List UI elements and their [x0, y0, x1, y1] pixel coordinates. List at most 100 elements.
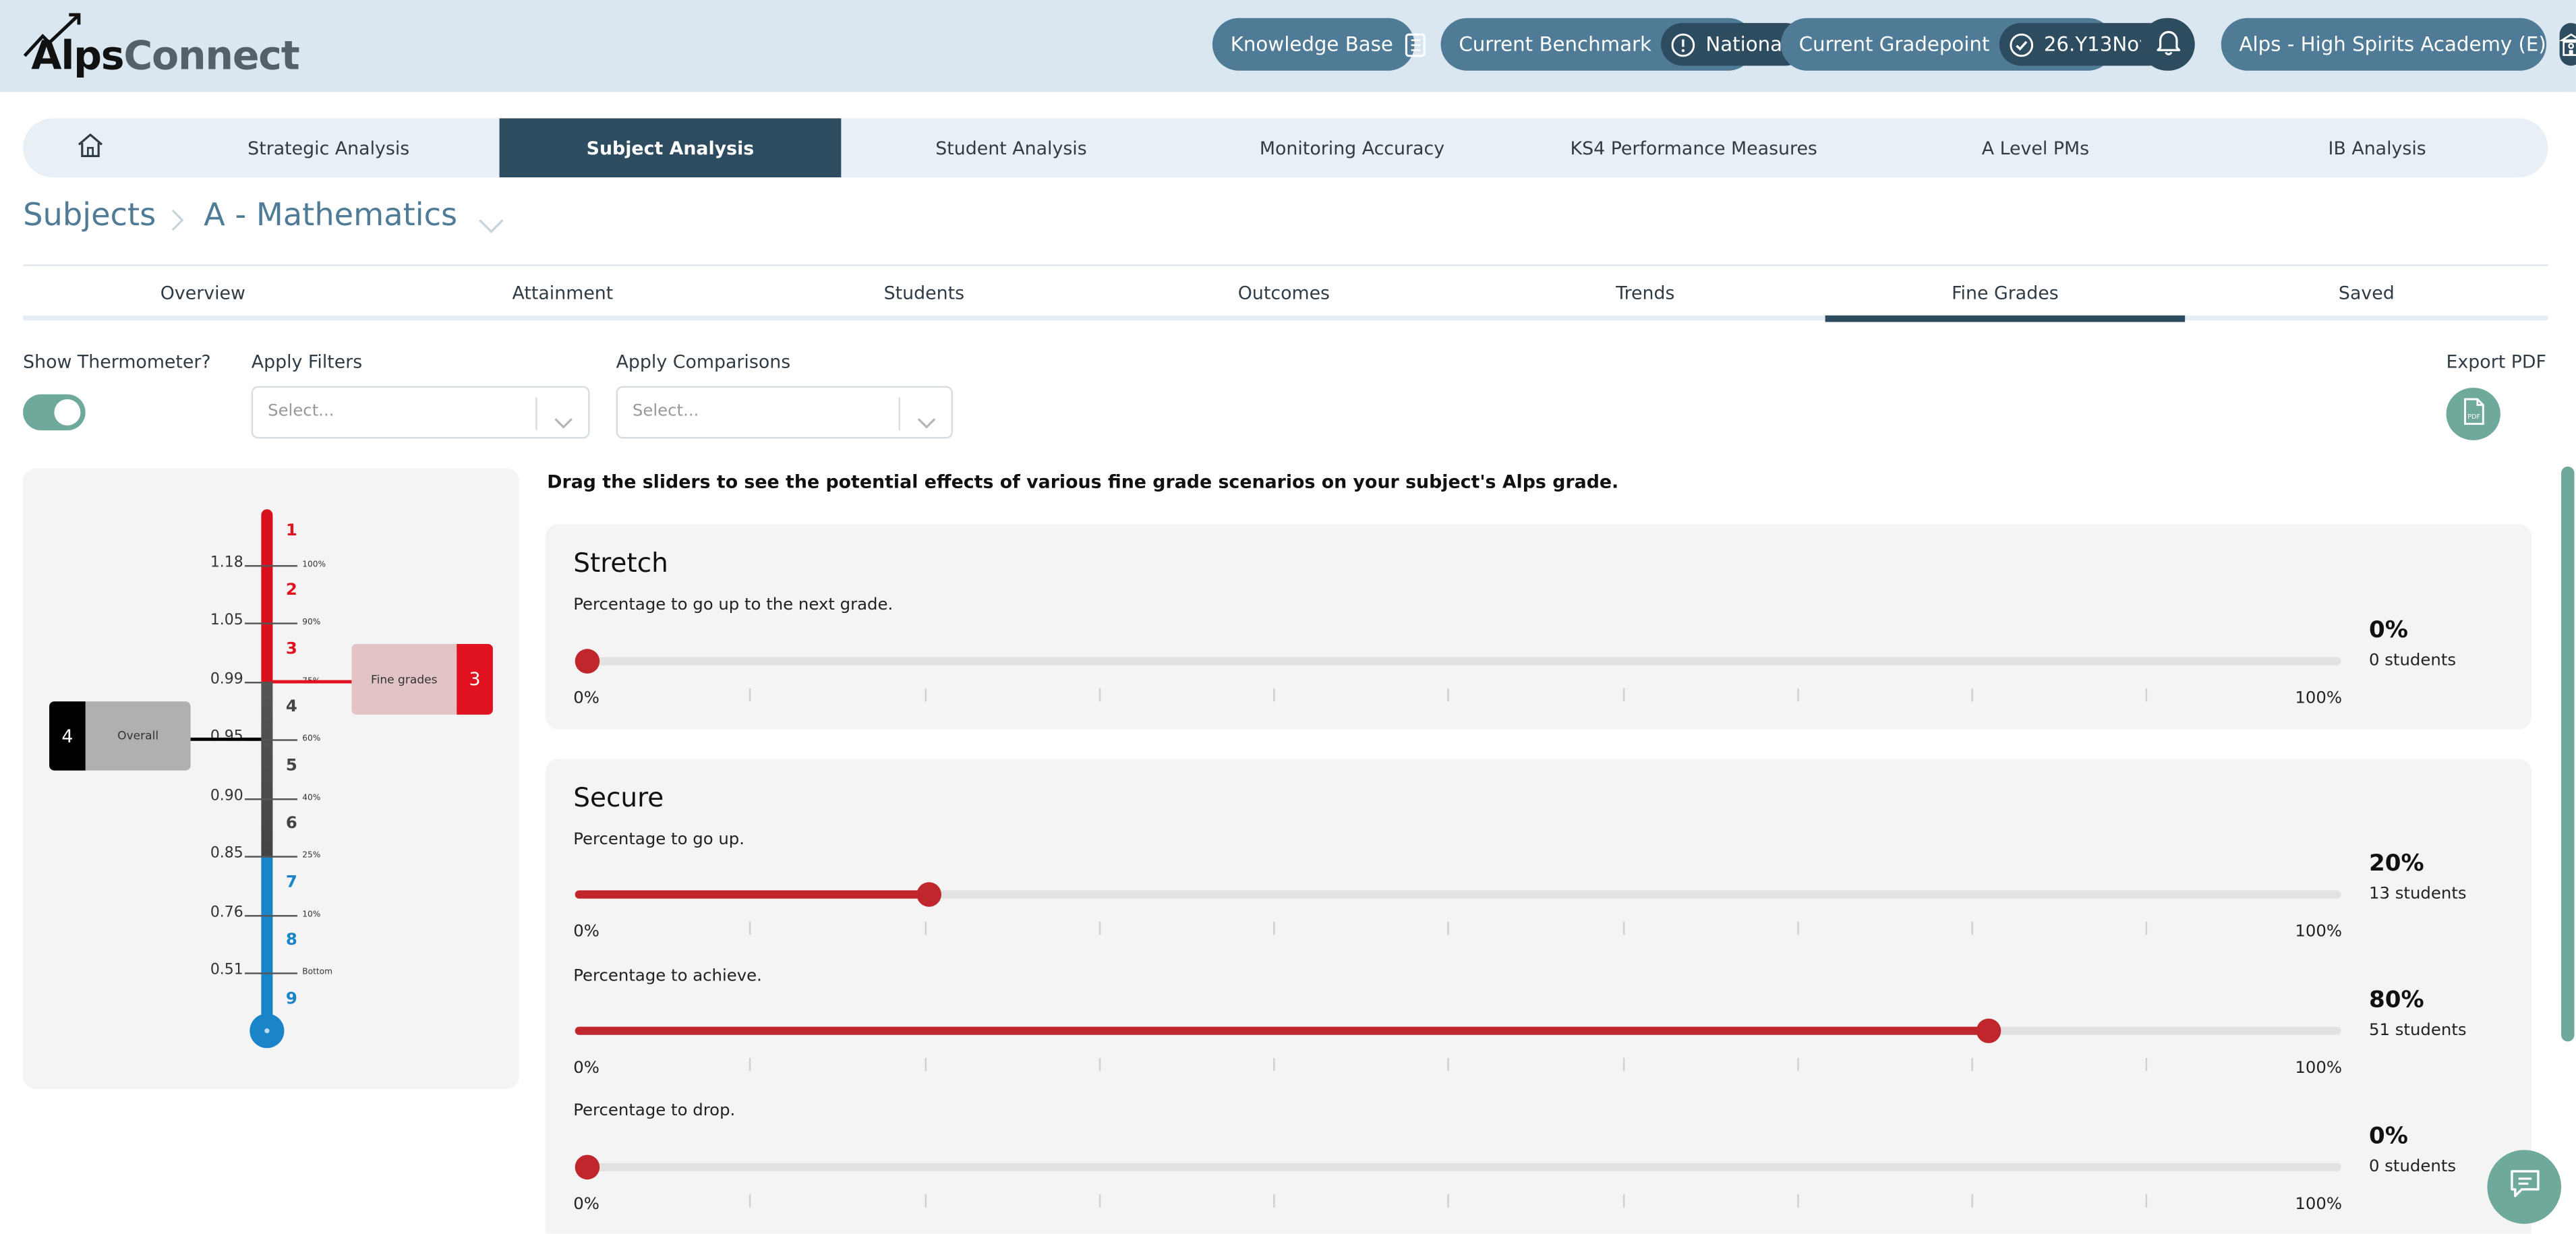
slider-tick	[1273, 1194, 1275, 1208]
export-pdf-label: Export PDF	[2446, 351, 2546, 374]
fine-grade-slider[interactable]	[575, 1018, 2341, 1043]
show-thermometer-toggle[interactable]	[23, 394, 86, 431]
thermometer-grade-label: 7	[285, 874, 297, 892]
gradepoint-value: 26.Y13Nov	[2043, 32, 2151, 56]
tab-ib-analysis[interactable]: IB Analysis	[2206, 118, 2548, 177]
alps-connect-logo[interactable]: AlpsConnect	[23, 13, 300, 79]
slider-tick	[1099, 1194, 1101, 1208]
slider-min-label: 0%	[573, 1196, 599, 1214]
breadcrumb-chevron-icon	[169, 207, 185, 238]
slider-tick	[1971, 688, 1973, 702]
subtab-outcomes[interactable]: Outcomes	[1104, 274, 1464, 311]
section-divider	[23, 264, 2548, 266]
thermometer-panel: 1.18100%1.0590%0.9975%0.9560%0.9040%0.85…	[23, 468, 519, 1090]
thermometer-tick-percent: 90%	[302, 618, 321, 628]
slider-min-label: 0%	[573, 690, 599, 709]
tab-label: Monitoring Accuracy	[1259, 137, 1445, 159]
slider-tick	[1099, 921, 1101, 935]
app-window: AlpsConnect Knowledge Base Current Bench…	[0, 0, 2576, 1234]
tab-student-analysis[interactable]: Student Analysis	[841, 118, 1181, 177]
breadcrumb-subject[interactable]: A - Mathematics	[204, 197, 457, 233]
subtab-label: Trends	[1616, 281, 1675, 303]
slider-max-label: 100%	[2295, 690, 2343, 709]
logo-text-alps: Alps	[31, 32, 124, 79]
tab-ks4-performance-measures[interactable]: KS4 Performance Measures	[1523, 118, 1865, 177]
knowledge-base-button[interactable]: Knowledge Base	[1212, 18, 1426, 71]
thermometer-grade-label: 8	[285, 931, 297, 950]
slider-percent-value: 0%	[2369, 1123, 2408, 1150]
pdf-file-icon: PDF	[2462, 396, 2485, 431]
current-gradepoint[interactable]: Current Gradepoint 26.Y13Nov	[1780, 18, 2171, 71]
slider-handle[interactable]	[1976, 1018, 2001, 1043]
thermometer-tick-value: 0.51	[210, 962, 243, 979]
slider-tick	[1447, 1057, 1450, 1071]
export-pdf-button[interactable]: PDF	[2446, 387, 2500, 440]
thermometer-tick-percent: 40%	[302, 793, 321, 804]
subtab-students[interactable]: Students	[744, 274, 1105, 311]
thermometer-tick-line	[244, 798, 297, 800]
slider-tick	[1273, 1057, 1275, 1071]
apply-comparisons-select[interactable]: Select...	[616, 386, 953, 439]
slider-student-count: 13 students	[2369, 885, 2467, 904]
slider-handle[interactable]	[575, 649, 600, 674]
fine-grade-slider[interactable]	[575, 649, 2341, 674]
tab-label: A Level PMs	[1981, 137, 2090, 159]
slider-tick	[1447, 921, 1450, 935]
slider-tick	[924, 1194, 926, 1208]
subtab-attainment[interactable]: Attainment	[383, 274, 743, 311]
overall-grade-value: 4	[49, 701, 86, 771]
stretch-section: Stretch	[545, 524, 2532, 730]
slider-tick	[1796, 921, 1799, 935]
tab-strategic-analysis[interactable]: Strategic Analysis	[158, 118, 500, 177]
slider-tick	[1622, 1057, 1624, 1071]
subtab-overview[interactable]: Overview	[23, 274, 383, 311]
slider-handle[interactable]	[916, 882, 941, 907]
apply-comparisons-label: Apply Comparisons	[616, 351, 791, 374]
slider-tick	[1447, 688, 1450, 702]
tab-label: IB Analysis	[2328, 137, 2426, 159]
subtab-trends[interactable]: Trends	[1465, 274, 1825, 311]
subtab-fine-grades[interactable]: Fine Grades	[1825, 274, 2186, 322]
chat-bubble-icon	[2508, 1168, 2541, 1206]
tab-label: Student Analysis	[935, 137, 1087, 159]
slider-tick	[749, 921, 751, 935]
thermometer-tick-value: 0.99	[210, 672, 243, 688]
benchmark-label: Current Benchmark	[1459, 32, 1651, 56]
thermometer-grade-label: 5	[285, 757, 297, 775]
fine-grade-slider[interactable]	[575, 882, 2341, 907]
slider-percent-value: 20%	[2369, 850, 2424, 877]
slider-tick	[1273, 921, 1275, 935]
slider-tick	[2146, 921, 2148, 935]
slider-tick	[1622, 921, 1624, 935]
slider-max-label: 100%	[2295, 923, 2343, 941]
slider-tick	[1971, 1194, 1973, 1208]
slider-tick	[924, 1057, 926, 1071]
breadcrumb-subjects[interactable]: Subjects	[23, 197, 156, 233]
slider-max-label: 100%	[2295, 1059, 2343, 1078]
slider-label: Percentage to go up.	[573, 831, 745, 850]
thermometer-tick-value: 1.18	[210, 555, 243, 572]
notifications-button[interactable]	[2140, 18, 2195, 71]
slider-tick	[1622, 1194, 1624, 1208]
tab-a-level-pms[interactable]: A Level PMs	[1865, 118, 2206, 177]
slider-tick	[1971, 921, 1973, 935]
page-scrollbar-thumb[interactable]	[2561, 466, 2575, 1042]
slider-handle[interactable]	[575, 1154, 600, 1180]
current-benchmark[interactable]: Current Benchmark National	[1440, 18, 1808, 71]
thermometer-tick-line	[244, 622, 297, 624]
fine-grade-slider[interactable]	[575, 1154, 2341, 1180]
tab-monitoring-accuracy[interactable]: Monitoring Accuracy	[1181, 118, 1523, 177]
subtab-saved[interactable]: Saved	[2187, 274, 2547, 311]
school-selector[interactable]: Alps - High Spirits Academy (E)	[2221, 18, 2576, 71]
chat-button[interactable]	[2487, 1150, 2562, 1224]
tab-subject-analysis[interactable]: Subject Analysis	[499, 118, 842, 178]
thermometer-tick-line	[244, 565, 297, 567]
home-tab[interactable]	[23, 118, 158, 177]
overall-pointer-line	[190, 737, 262, 741]
bulb-highlight	[264, 1028, 270, 1034]
svg-text:PDF: PDF	[2467, 413, 2480, 420]
apply-filters-select[interactable]: Select...	[251, 386, 590, 439]
subject-dropdown-chevron-icon[interactable]	[478, 210, 504, 241]
bell-icon	[2155, 27, 2181, 61]
top-header: AlpsConnect Knowledge Base Current Bench…	[0, 0, 2576, 92]
